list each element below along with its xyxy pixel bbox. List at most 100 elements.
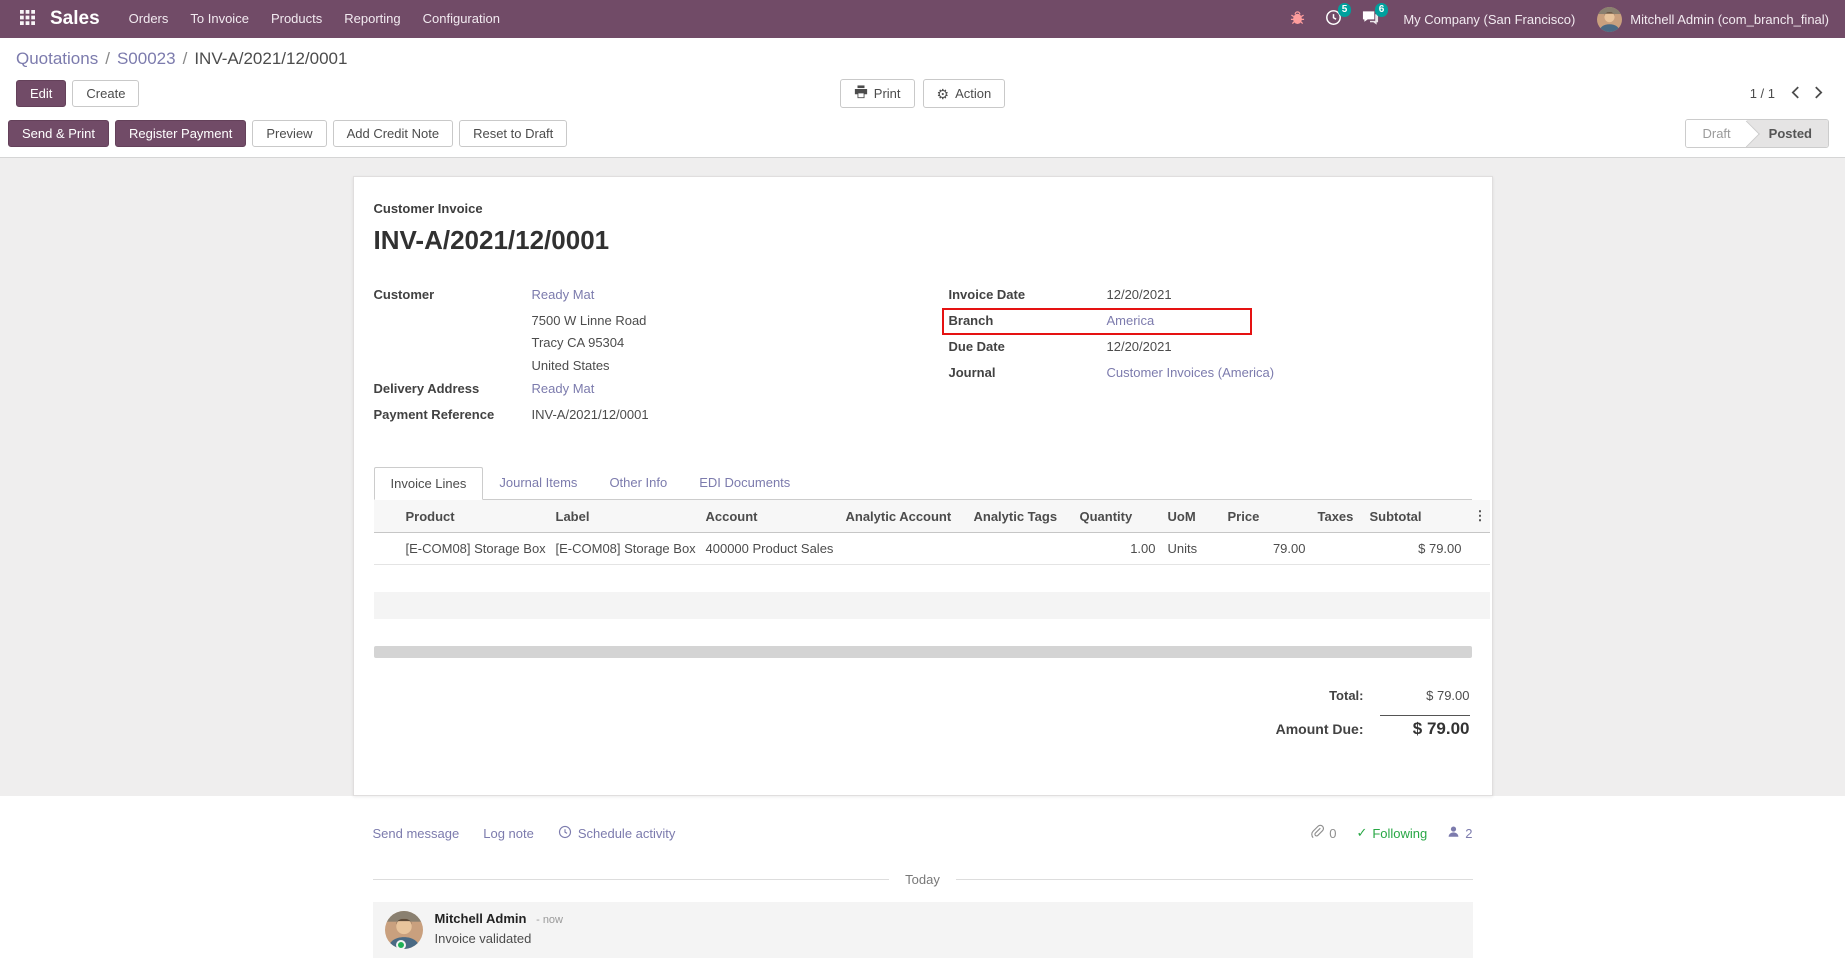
cell-label: [E-COM08] Storage Box [550, 533, 700, 565]
tab-edi-documents[interactable]: EDI Documents [683, 467, 806, 500]
column-header-taxes[interactable]: Taxes [1312, 500, 1364, 533]
user-avatar [1597, 7, 1622, 32]
pager: 1 / 1 [1509, 82, 1829, 106]
pager-previous-button[interactable] [1785, 82, 1806, 106]
cell-analytic-tags [968, 533, 1074, 565]
reset-to-draft-button[interactable]: Reset to Draft [459, 120, 567, 147]
payment-reference-label: Payment Reference [374, 406, 532, 425]
app-name[interactable]: Sales [50, 8, 100, 30]
debug-mode-button[interactable] [1280, 0, 1315, 38]
notebook-tabs: Invoice Lines Journal Items Other Info E… [374, 466, 1472, 500]
document-type-label: Customer Invoice [374, 201, 1472, 216]
status-widget: Draft Posted [1685, 119, 1829, 148]
branch-label: Branch [949, 312, 1107, 331]
register-payment-button[interactable]: Register Payment [115, 120, 246, 147]
due-date-label: Due Date [949, 338, 1107, 357]
column-header-analytic-account[interactable]: Analytic Account [840, 500, 968, 533]
activity-count-badge: 5 [1338, 3, 1352, 17]
online-status-dot [396, 940, 406, 950]
action-button[interactable]: ⚙ Action [923, 79, 1006, 108]
clock-icon [558, 825, 572, 842]
totals-block: Total: $ 79.00 Amount Due: $ 79.00 [374, 688, 1472, 751]
cell-account: 400000 Product Sales [700, 533, 840, 565]
field-column-right: Invoice Date 12/20/2021 Branch America D… [923, 286, 1472, 432]
cell-quantity: 1.00 [1074, 533, 1162, 565]
print-button[interactable]: Print [840, 79, 915, 108]
divider-line [373, 879, 890, 880]
edit-button[interactable]: Edit [16, 80, 66, 107]
message-author[interactable]: Mitchell Admin [435, 911, 527, 926]
send-and-print-button[interactable]: Send & Print [8, 120, 109, 147]
nav-menu-to-invoice[interactable]: To Invoice [179, 0, 260, 38]
user-menu[interactable]: Mitchell Admin (com_branch_final) [1589, 7, 1831, 32]
print-label: Print [874, 86, 901, 101]
check-icon: ✓ [1356, 825, 1367, 841]
delivery-address-link[interactable]: Ready Mat [532, 380, 595, 399]
delivery-address-label: Delivery Address [374, 380, 532, 399]
customer-link[interactable]: Ready Mat [532, 286, 595, 305]
nav-menu-reporting[interactable]: Reporting [333, 0, 411, 38]
column-header-label[interactable]: Label [550, 500, 700, 533]
branch-link[interactable]: America [1107, 312, 1155, 331]
nav-menu-configuration[interactable]: Configuration [412, 0, 511, 38]
status-draft[interactable]: Draft [1686, 120, 1746, 147]
breadcrumb-quotations[interactable]: Quotations [16, 49, 98, 69]
follower-count: 2 [1465, 826, 1472, 841]
customer-address-line: Tracy CA 95304 [532, 334, 923, 352]
log-note-button[interactable]: Log note [483, 825, 534, 842]
invoice-number: INV-A/2021/12/0001 [374, 225, 1472, 256]
tab-invoice-lines[interactable]: Invoice Lines [374, 467, 484, 500]
action-label: Action [955, 86, 991, 101]
column-header-product[interactable]: Product [400, 500, 550, 533]
column-header-quantity[interactable]: Quantity [1074, 500, 1162, 533]
preview-button[interactable]: Preview [252, 120, 326, 147]
followers-button[interactable]: 2 [1447, 825, 1472, 841]
breadcrumb-separator: / [105, 49, 110, 69]
date-divider: Today [373, 872, 1473, 887]
empty-row [374, 592, 1490, 619]
amount-due-label: Amount Due: [1276, 721, 1364, 737]
column-header-account[interactable]: Account [700, 500, 840, 533]
total-value: $ 79.00 [1380, 688, 1470, 703]
table-horizontal-scrollbar[interactable] [374, 646, 1472, 658]
invoice-line-row[interactable]: [E-COM08] Storage Box [E-COM08] Storage … [374, 533, 1490, 565]
activities-button[interactable]: 5 [1315, 0, 1352, 38]
tab-journal-items[interactable]: Journal Items [483, 467, 593, 500]
attachment-count: 0 [1329, 826, 1336, 841]
pager-next-button[interactable] [1808, 82, 1829, 106]
due-date-value: 12/20/2021 [1107, 338, 1172, 357]
pager-value[interactable]: 1 / 1 [1750, 86, 1775, 101]
create-button[interactable]: Create [72, 80, 139, 107]
form-sheet-background: Customer Invoice INV-A/2021/12/0001 Cust… [0, 158, 1845, 796]
column-header-subtotal[interactable]: Subtotal [1364, 500, 1468, 533]
invoice-date-label: Invoice Date [949, 286, 1107, 305]
total-label: Total: [1329, 688, 1363, 703]
company-switcher[interactable]: My Company (San Francisco) [1389, 12, 1589, 27]
invoice-sheet: Customer Invoice INV-A/2021/12/0001 Cust… [353, 176, 1493, 796]
nav-menu-orders[interactable]: Orders [118, 0, 180, 38]
send-message-button[interactable]: Send message [373, 825, 460, 842]
control-panel: Edit Create Print ⚙ Action 1 / 1 [0, 74, 1845, 117]
breadcrumb-s00023[interactable]: S00023 [117, 49, 176, 69]
messages-button[interactable]: 6 [1352, 0, 1389, 38]
column-header-uom[interactable]: UoM [1162, 500, 1222, 533]
tab-other-info[interactable]: Other Info [593, 467, 683, 500]
column-header-analytic-tags[interactable]: Analytic Tags [968, 500, 1074, 533]
attachments-button[interactable]: 0 [1310, 824, 1336, 842]
payment-reference-value: INV-A/2021/12/0001 [532, 406, 649, 425]
optional-columns-icon[interactable]: ⋮ [1468, 500, 1490, 533]
empty-row [374, 565, 1490, 592]
apps-menu-button[interactable] [10, 10, 44, 28]
cell-subtotal: $ 79.00 [1364, 533, 1468, 565]
column-header-price[interactable]: Price [1222, 500, 1312, 533]
journal-link[interactable]: Customer Invoices (America) [1107, 364, 1275, 383]
breadcrumb-separator: / [183, 49, 188, 69]
customer-address-line: 7500 W Linne Road [532, 312, 923, 330]
schedule-activity-button[interactable]: Schedule activity [558, 825, 676, 842]
systray: 5 6 My Company (San Francisco) [1280, 0, 1831, 38]
add-credit-note-button[interactable]: Add Credit Note [333, 120, 454, 147]
nav-menu-products[interactable]: Products [260, 0, 333, 38]
following-button[interactable]: ✓ Following [1356, 825, 1427, 841]
chevron-left-icon [1791, 86, 1800, 102]
bug-icon [1290, 10, 1305, 28]
